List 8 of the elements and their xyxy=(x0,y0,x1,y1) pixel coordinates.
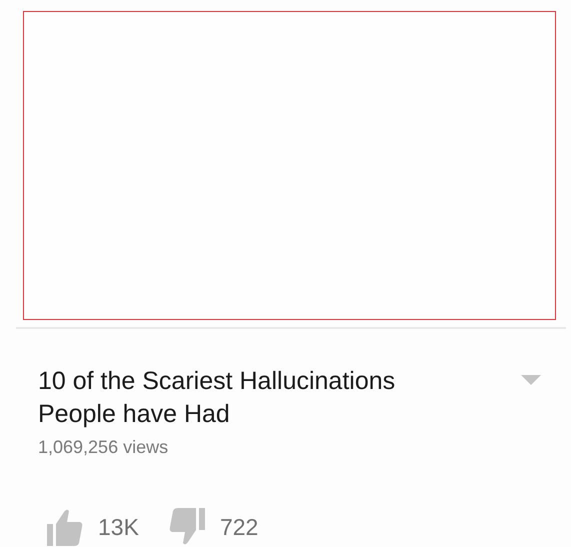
dislike-count: 722 xyxy=(220,514,258,540)
video-player[interactable] xyxy=(23,11,556,320)
video-title: 10 of the Scariest Hallucinations People have Had xyxy=(38,366,396,430)
like-count: 13K xyxy=(98,514,139,540)
view-count: 1,069,256 views xyxy=(38,437,168,458)
thumbs-down-icon[interactable] xyxy=(168,508,205,546)
dropdown-caret-icon[interactable] xyxy=(521,375,541,385)
thumbs-up-icon[interactable] xyxy=(47,508,83,546)
